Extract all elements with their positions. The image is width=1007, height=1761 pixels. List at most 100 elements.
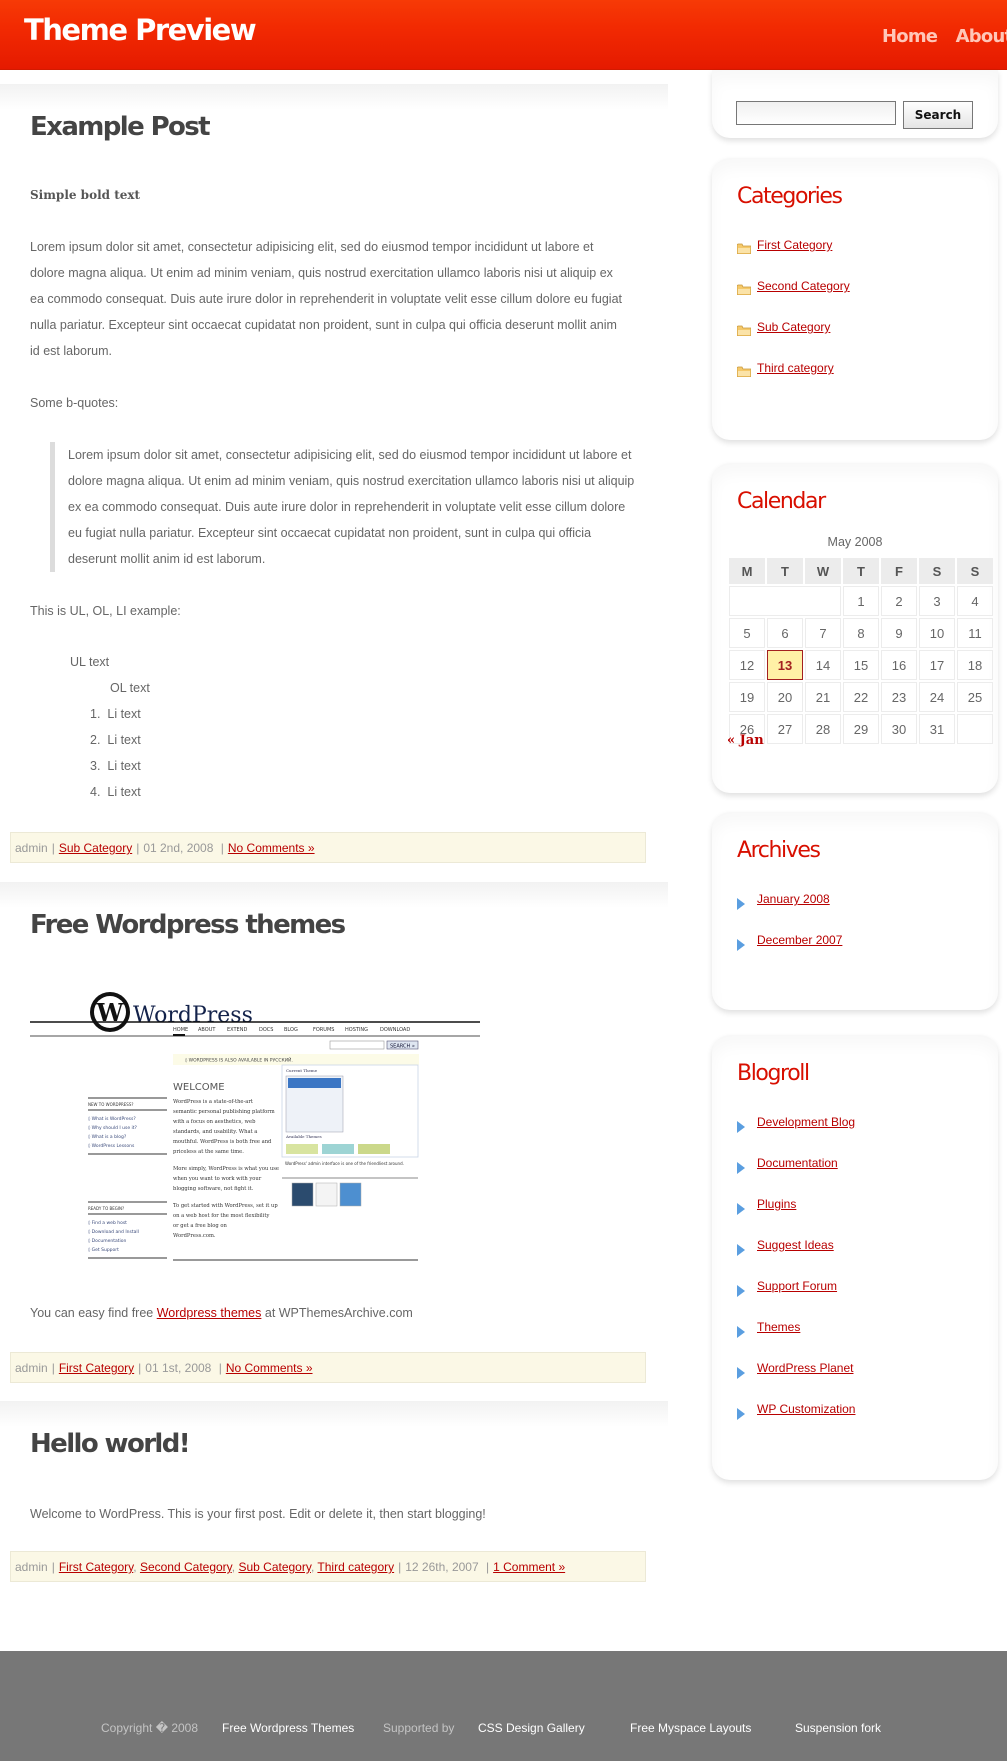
bold-text: Simple bold text [30, 188, 141, 202]
svg-text:WordPress' admin interface is: WordPress' admin interface is one of the… [285, 1161, 404, 1166]
footer-link-suspension[interactable]: Suspension fork [795, 1721, 881, 1735]
footer-supported-by: Supported by [383, 1721, 455, 1735]
post-category-link[interactable]: Sub Category [59, 841, 132, 855]
svg-text:◊ Find a web host: ◊ Find a web host [88, 1220, 127, 1226]
calendar-day: 17 [919, 650, 955, 680]
category-link[interactable]: Second Category [757, 279, 850, 293]
svg-text:mouthful. WordPress is both fr: mouthful. WordPress is both free and [173, 1139, 272, 1145]
post-text-before: You can easy find free [30, 1306, 157, 1320]
calendar-weekday: T [843, 558, 879, 584]
folder-icon [736, 242, 752, 257]
svg-text:semantic personal publishing p: semantic personal publishing platform [173, 1109, 275, 1115]
category-link[interactable]: First Category [757, 238, 832, 252]
svg-text:◊ WORDPRESS IS ALSO AVAILABLE: ◊ WORDPRESS IS ALSO AVAILABLE IN РУССКИЙ… [185, 1057, 293, 1064]
category-link[interactable]: Third category [757, 361, 834, 375]
site-footer: Copyright � 2008 Free Wordpress Themes S… [0, 1651, 1007, 1761]
archive-link[interactable]: December 2007 [757, 933, 842, 947]
footer-link-css-gallery[interactable]: CSS Design Gallery [478, 1721, 585, 1735]
ol-text: OL text [110, 681, 150, 695]
footer-link-myspace[interactable]: Free Myspace Layouts [630, 1721, 751, 1735]
svg-text:HOME: HOME [173, 1027, 188, 1033]
post-date: 01 1st, 2008 [145, 1361, 212, 1375]
svg-text:BLOG: BLOG [284, 1027, 298, 1033]
blogroll-item: Support Forum [737, 1279, 837, 1297]
arrow-bullet-icon [737, 1367, 745, 1382]
svg-text:ABOUT: ABOUT [198, 1027, 216, 1033]
post-top-shade [0, 882, 668, 908]
blogroll-item: WordPress Planet [737, 1361, 854, 1379]
widget-title: Archives [737, 838, 821, 863]
svg-text:EXTEND: EXTEND [227, 1027, 247, 1033]
svg-text:DOCS: DOCS [259, 1027, 273, 1033]
blogroll-link[interactable]: WordPress Planet [757, 1361, 854, 1375]
arrow-bullet-icon [737, 1162, 745, 1177]
calendar-day: 10 [919, 618, 955, 648]
calendar-day: 28 [805, 714, 841, 744]
calendar-day: 7 [805, 618, 841, 648]
top-nav: Home About [882, 26, 1007, 47]
footer-link-free-themes[interactable]: Free Wordpress Themes [222, 1721, 354, 1735]
blogroll-link[interactable]: Suggest Ideas [757, 1238, 834, 1252]
ul-text: UL text [70, 655, 110, 669]
list-item: 1. Li text [90, 707, 141, 721]
calendar-day: 14 [805, 650, 841, 680]
post-title[interactable]: Hello world! [30, 1429, 191, 1459]
site-title[interactable]: Theme Preview [24, 13, 257, 47]
blogroll-link[interactable]: Development Blog [757, 1115, 855, 1129]
post-paragraph: Lorem ipsum dolor sit amet, consectetur … [30, 240, 622, 358]
svg-text:◊ Documentation: ◊ Documentation [88, 1238, 126, 1244]
calendar-day: 27 [767, 714, 803, 744]
search-button[interactable]: Search [903, 101, 973, 129]
calendar-day: 4 [957, 586, 993, 616]
search-input[interactable] [736, 101, 896, 125]
blogroll-link[interactable]: WP Customization [757, 1402, 855, 1416]
calendar-weekdays: MTWTFSS [729, 558, 993, 584]
svg-text:priceless at the same time.: priceless at the same time. [173, 1149, 244, 1155]
svg-text:FORUMS: FORUMS [313, 1027, 334, 1033]
wordpress-themes-link[interactable]: Wordpress themes [157, 1306, 262, 1320]
arrow-bullet-icon [737, 1203, 745, 1218]
post-title[interactable]: Free Wordpress themes [30, 910, 346, 940]
post-category-link[interactable]: First Category [59, 1560, 133, 1574]
svg-text:◊ Why should I use it?: ◊ Why should I use it? [88, 1125, 138, 1131]
wp-logo-text: WordPress [133, 1003, 253, 1028]
calendar-day: 31 [919, 714, 955, 744]
nav-about[interactable]: About [956, 26, 1007, 47]
svg-text:Available Themes: Available Themes [285, 1134, 322, 1139]
arrow-bullet-icon [737, 1244, 745, 1259]
blogroll-item: Development Blog [737, 1115, 855, 1133]
post-title[interactable]: Example Post [30, 112, 211, 142]
post-author: admin [15, 841, 48, 855]
category-link[interactable]: Sub Category [757, 320, 830, 334]
category-item: First Category [736, 238, 832, 255]
blogroll-link[interactable]: Plugins [757, 1197, 796, 1211]
post-category-link[interactable]: Sub Category [238, 1560, 311, 1574]
calendar-day: 8 [843, 618, 879, 648]
blogroll-link[interactable]: Support Forum [757, 1279, 837, 1293]
archive-item: January 2008 [737, 892, 830, 910]
widget-title: Calendar [737, 489, 826, 514]
comments-link[interactable]: No Comments » [226, 1361, 313, 1375]
nav-home[interactable]: Home [882, 26, 938, 47]
calendar-pad [957, 714, 993, 744]
svg-text:with a focus on aesthetics, we: with a focus on aesthetics, web [173, 1119, 256, 1125]
post-category-link[interactable]: Third category [317, 1560, 394, 1574]
blogroll-link[interactable]: Themes [757, 1320, 800, 1334]
comments-link[interactable]: 1 Comment » [493, 1560, 565, 1574]
list-item: 2. Li text [90, 733, 141, 747]
blogroll-link[interactable]: Documentation [757, 1156, 838, 1170]
comments-link[interactable]: No Comments » [228, 841, 315, 855]
calendar-prev-month-link[interactable]: « Jan [727, 733, 764, 748]
post-category-link[interactable]: Second Category [140, 1560, 232, 1574]
wordpress-screenshot-image: W WordPress HOME ABOUT EXTEND DOCS BLOG … [30, 988, 480, 1270]
calendar-day: 25 [957, 682, 993, 712]
svg-text:standards, and usability. What: standards, and usability. What a [173, 1129, 257, 1135]
calendar-weekday: T [767, 558, 803, 584]
post-category-link[interactable]: First Category [59, 1361, 134, 1375]
calendar-day: 18 [957, 650, 993, 680]
post-paragraph: Welcome to WordPress. This is your first… [30, 1507, 486, 1521]
widget-title: Blogroll [737, 1061, 810, 1086]
archive-link[interactable]: January 2008 [757, 892, 830, 906]
calendar-day: 30 [881, 714, 917, 744]
archives-widget: Archives January 2008 December 2007 [712, 812, 998, 1010]
